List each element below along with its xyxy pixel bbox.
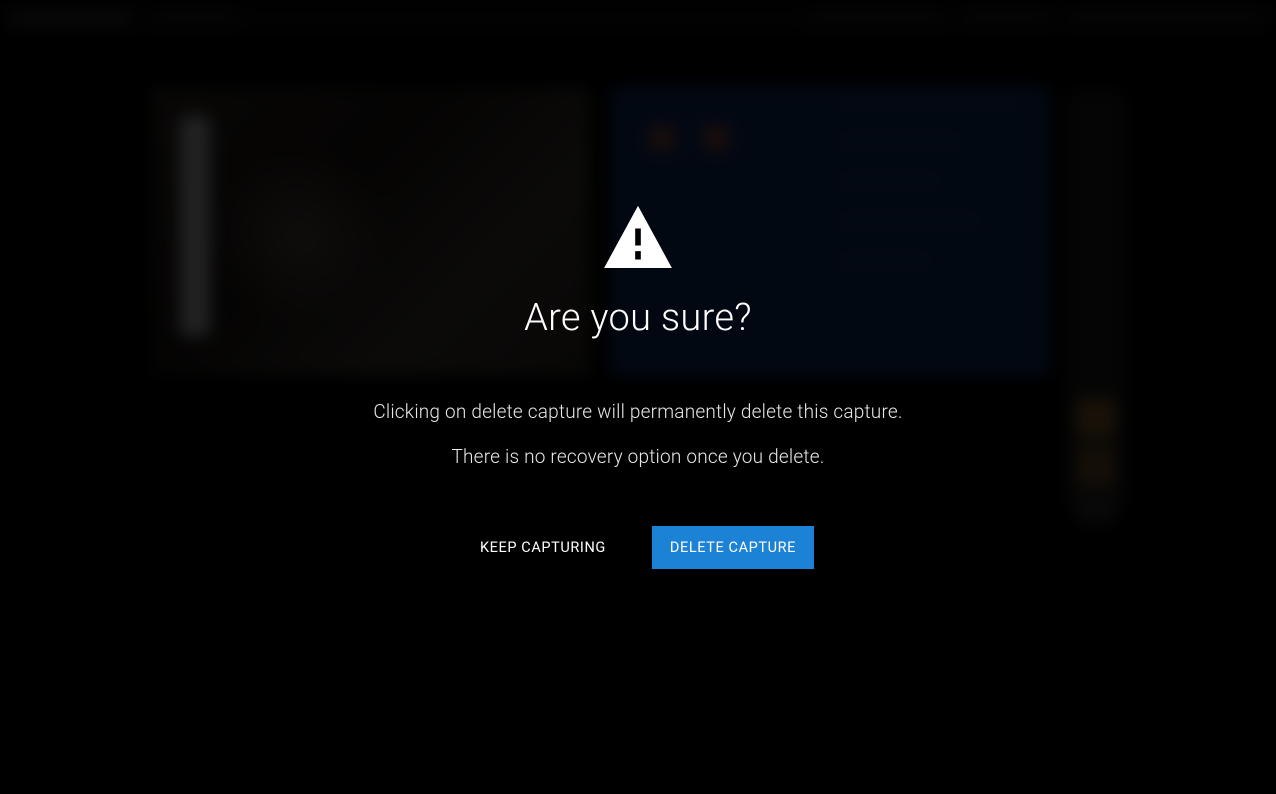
warning-triangle-icon: [604, 206, 672, 268]
modal-message-line1: Clicking on delete capture will permanen…: [373, 400, 902, 423]
modal-title: Are you sure?: [524, 296, 752, 340]
delete-capture-button[interactable]: DELETE CAPTURE: [652, 526, 814, 569]
modal-overlay: Are you sure? Clicking on delete capture…: [0, 0, 1276, 794]
confirm-delete-modal: Are you sure? Clicking on delete capture…: [353, 186, 922, 589]
modal-message-line2: There is no recovery option once you del…: [451, 445, 824, 468]
modal-button-row: KEEP CAPTURING DELETE CAPTURE: [462, 526, 814, 569]
keep-capturing-button[interactable]: KEEP CAPTURING: [462, 526, 624, 569]
